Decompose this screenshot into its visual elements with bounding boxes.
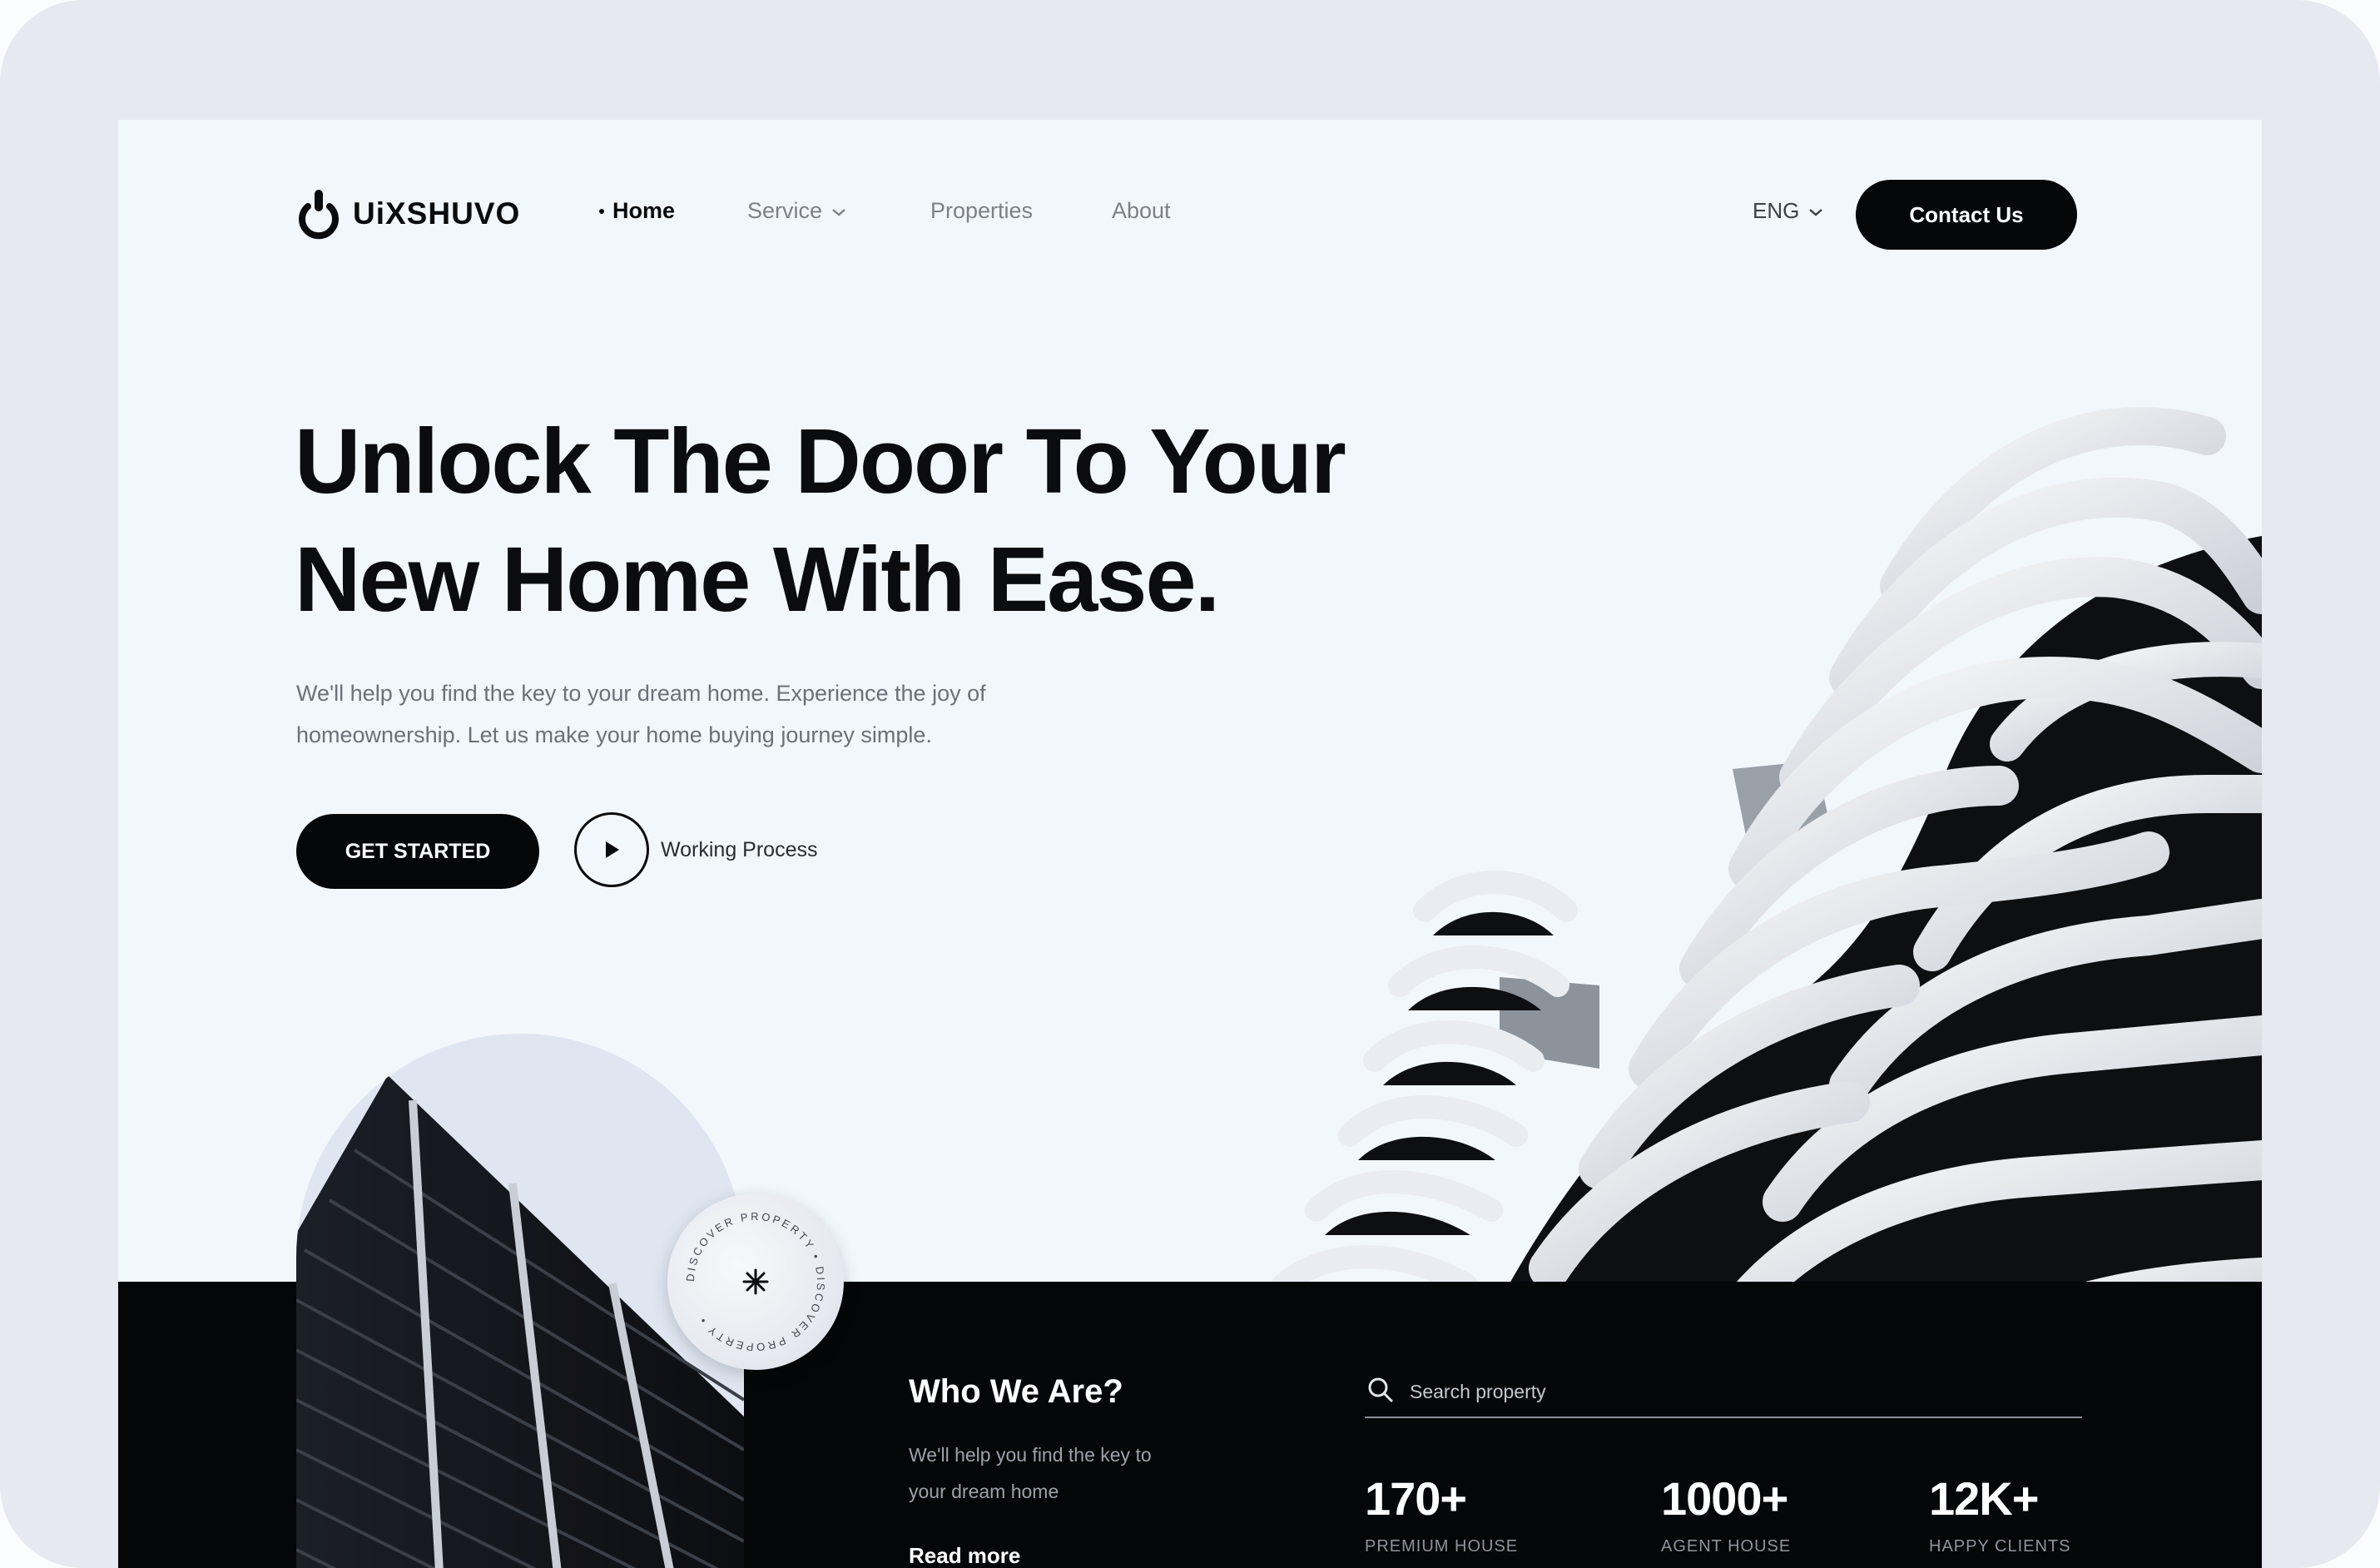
chevron-down-icon [1807,198,1824,224]
nav-item-service[interactable]: Service [747,198,847,224]
hero-subtitle: We'll help you find the key to your drea… [296,672,1095,756]
asterisk-icon [742,1268,769,1295]
working-process-link[interactable]: Working Process [574,812,818,887]
stat-happy-clients: 12K+ HAPPY CLIENTS [1929,1471,2070,1556]
nav-item-label: Properties [930,198,1034,223]
hero-subtitle-line-1: We'll help you find the key to your drea… [296,681,986,706]
nav-item-label: Service [747,198,823,223]
language-label: ENG [1753,198,1800,223]
brand-logo[interactable]: UiXSHUVO [296,188,520,240]
nav-item-label: About [1112,198,1171,223]
play-button[interactable] [574,812,649,887]
stat-value: 170+ [1365,1472,1467,1525]
stat-premium-house: 170+ PREMIUM HOUSE [1365,1471,1518,1556]
who-we-are-text: We'll help you find the key to your drea… [909,1444,1152,1502]
read-more-link[interactable]: Read more [909,1543,1020,1568]
stat-value: 12K+ [1929,1472,2039,1525]
stat-label: PREMIUM HOUSE [1365,1537,1519,1556]
hero-subtitle-line-2: homeownership. Let us make your home buy… [296,722,932,747]
working-process-label: Working Process [661,837,818,861]
search-bar[interactable] [1365,1367,2082,1418]
hero-title-line-2: New Home With Ease. [295,528,1220,631]
nav-item-label: Home [612,198,676,223]
search-input[interactable] [1410,1380,1992,1403]
stat-label: AGENT HOUSE [1661,1537,1792,1556]
play-icon [606,841,619,858]
active-dot-icon [599,208,604,214]
contact-us-button[interactable]: Contact Us [1856,180,2077,250]
landing-page: UiXSHUVO Home Service Properties About E… [118,120,2262,1568]
nav-item-home[interactable]: Home [599,198,675,224]
discover-property-badge[interactable]: DISCOVER PROPERTY • DISCOVER PROPERTY • [667,1193,844,1370]
stat-value: 1000+ [1661,1472,1788,1525]
who-we-are-title: Who We Are? [909,1373,1123,1410]
device-frame: UiXSHUVO Home Service Properties About E… [0,0,2380,1568]
search-icon [1366,1376,1395,1408]
stat-label: HAPPY CLIENTS [1929,1537,2071,1556]
nav-item-properties[interactable]: Properties [930,198,1033,224]
power-logo-icon [296,188,341,240]
stat-agent-house: 1000+ AGENT HOUSE [1661,1471,1791,1556]
brand-name: UiXSHUVO [353,196,521,231]
top-navigation: UiXSHUVO Home Service Properties About E… [118,120,2262,311]
chevron-down-icon [831,198,847,224]
hero-building-image [1100,403,2262,1412]
nav-item-about[interactable]: About [1112,198,1171,224]
get-started-button[interactable]: GET STARTED [296,814,539,889]
language-selector[interactable]: ENG [1753,198,1824,224]
